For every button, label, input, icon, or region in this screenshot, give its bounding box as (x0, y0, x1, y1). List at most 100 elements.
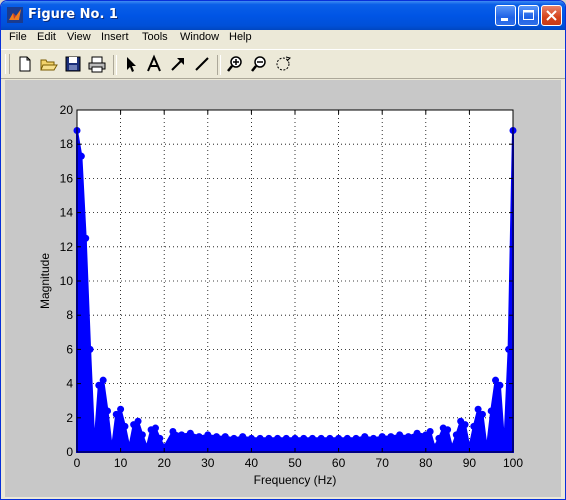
stem-marker-29 (239, 433, 247, 441)
x-tick-label-7: 70 (376, 456, 390, 470)
y-tick-label-6: 12 (60, 240, 74, 254)
menu-view[interactable]: View (67, 31, 91, 43)
stem-marker-16 (143, 443, 151, 451)
stem-marker-45 (378, 433, 386, 441)
stem-marker-51 (426, 427, 434, 435)
menu-help[interactable]: Help (229, 31, 252, 43)
stem-marker-53 (435, 434, 443, 442)
stem-marker-26 (213, 433, 221, 441)
stem-marker-31 (256, 434, 264, 442)
rotate-3d-icon[interactable] (273, 54, 293, 74)
stem-marker-18 (151, 424, 159, 432)
stem-marker-42 (352, 434, 360, 442)
toolbar-separator-2 (217, 55, 221, 75)
zoom-out-icon[interactable] (249, 54, 269, 74)
menu-window[interactable]: Window (180, 31, 219, 43)
toolbar-grip[interactable] (5, 54, 10, 74)
insert-text-icon[interactable] (144, 54, 164, 74)
zoom-in-icon[interactable] (225, 54, 245, 74)
stem-marker-35 (291, 434, 299, 442)
stem-marker-68 (500, 441, 508, 449)
x-tick-label-6: 60 (332, 456, 346, 470)
toolbar-separator (113, 55, 117, 75)
x-tick-label-9: 90 (463, 456, 477, 470)
stem-marker-22 (178, 431, 186, 439)
x-tick-label-1: 10 (114, 456, 128, 470)
stem-marker-59 (461, 421, 469, 429)
open-file-icon[interactable] (39, 54, 59, 74)
stem-marker-36 (300, 434, 308, 442)
stem-marker-21 (169, 427, 177, 435)
x-tick-label-2: 20 (158, 456, 172, 470)
maximize-button[interactable] (518, 5, 539, 26)
stem-marker-61 (470, 422, 478, 430)
stem-marker-67 (496, 381, 504, 389)
menu-tools[interactable]: Tools (142, 31, 168, 43)
stem-marker-37 (308, 434, 316, 442)
title-bar[interactable]: Figure No. 1 (1, 1, 565, 30)
y-tick-label-8: 16 (60, 171, 74, 185)
stem-marker-39 (326, 434, 334, 442)
stem-marker-10 (117, 405, 125, 413)
figure-window: Figure No. 1 File Edit View Insert Tools… (0, 0, 566, 500)
stem-marker-38 (317, 434, 325, 442)
stem-marker-65 (487, 407, 495, 415)
stem-marker-40 (335, 434, 343, 442)
stem-marker-1 (77, 152, 85, 160)
x-tick-label-3: 30 (201, 456, 215, 470)
stem-marker-25 (204, 431, 212, 439)
select-arrow-icon[interactable] (121, 54, 141, 74)
y-axis-label: Magnitude (38, 253, 52, 309)
menu-bar: File Edit View Insert Tools Window Help (1, 30, 565, 48)
insert-line-icon[interactable] (192, 54, 212, 74)
new-figure-icon[interactable] (15, 54, 35, 74)
stem-marker-23 (186, 429, 194, 437)
stem-marker-41 (343, 434, 351, 442)
close-button[interactable] (541, 5, 562, 26)
y-tick-label-7: 14 (60, 206, 74, 220)
stem-marker-19 (156, 434, 164, 442)
x-tick-label-0: 0 (74, 456, 81, 470)
minimize-button[interactable] (495, 5, 516, 26)
stem-marker-33 (274, 434, 282, 442)
stem-marker-27 (221, 433, 229, 441)
menu-edit[interactable]: Edit (37, 31, 56, 43)
stem-marker-30 (247, 434, 255, 442)
print-icon[interactable] (87, 54, 107, 74)
stem-marker-34 (282, 434, 290, 442)
stem-marker-63 (478, 410, 486, 418)
stem-marker-57 (452, 431, 460, 439)
menu-file[interactable]: File (9, 31, 27, 43)
menu-insert[interactable]: Insert (101, 31, 129, 43)
stem-marker-15 (138, 431, 146, 439)
stem-marker-11 (121, 422, 129, 430)
stem-marker-55 (444, 426, 452, 434)
stem-marker-7 (104, 407, 112, 415)
insert-arrow-icon[interactable] (168, 54, 188, 74)
stem-marker-64 (483, 445, 491, 453)
y-tick-label-2: 4 (66, 377, 73, 391)
stem-marker-49 (413, 429, 421, 437)
y-tick-label-10: 20 (60, 103, 74, 117)
y-tick-label-4: 8 (66, 308, 73, 322)
x-tick-label-4: 40 (245, 456, 259, 470)
stem-marker-44 (369, 434, 377, 442)
figure-toolbar (1, 49, 565, 79)
stem-marker-47 (396, 431, 404, 439)
stem-marker-48 (404, 433, 412, 441)
stem-marker-56 (448, 443, 456, 451)
matlab-logo-icon (7, 7, 23, 23)
save-icon[interactable] (63, 54, 83, 74)
axes-background (77, 110, 513, 452)
stem-marker-2 (82, 234, 90, 242)
stem-marker-43 (361, 433, 369, 441)
y-tick-label-0: 0 (66, 445, 73, 459)
figure-canvas[interactable]: 0 10 20 30 40 50 60 70 80 90 100 0 2 4 6 8 10 12 14 16 18 20 F… (5, 80, 561, 497)
x-tick-label-10: 100 (503, 456, 523, 470)
stem-marker-4 (90, 441, 98, 449)
y-tick-label-1: 2 (66, 411, 73, 425)
stem-marker-24 (195, 433, 203, 441)
y-tick-label-5: 10 (60, 274, 74, 288)
magnitude-plot[interactable]: 0 10 20 30 40 50 60 70 80 90 100 0 2 4 6 8 10 12 14 16 18 20 F… (5, 80, 561, 497)
y-tick-label-9: 18 (60, 137, 74, 151)
